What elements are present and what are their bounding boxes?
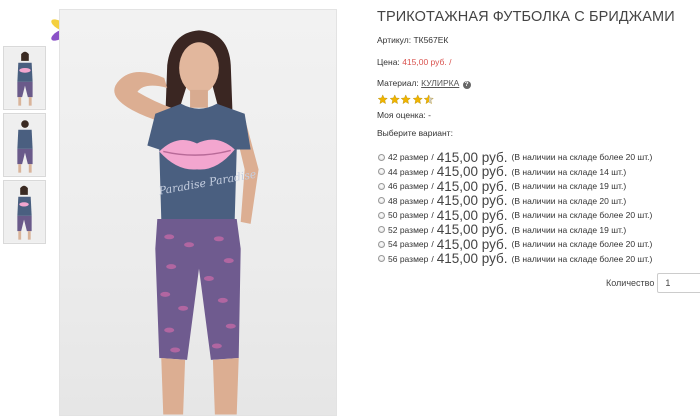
- variant-separator: /: [431, 152, 434, 163]
- my-rating-label: Моя оценка:: [377, 110, 426, 120]
- variant-separator: /: [431, 181, 434, 192]
- variant-radio[interactable]: [378, 197, 385, 205]
- variant-option[interactable]: 46 размер/415,00 руб. (В наличии на склад…: [377, 179, 652, 194]
- variant-separator: /: [431, 210, 434, 221]
- variant-separator: /: [431, 253, 434, 264]
- quantity-label: Количество: [606, 278, 655, 288]
- thumbnail-back[interactable]: [3, 113, 46, 177]
- variant-option[interactable]: 44 размер/415,00 руб. (В наличии на склад…: [377, 164, 652, 180]
- variant-price: 415,00 руб.: [436, 236, 508, 252]
- variant-size: 42 размер: [388, 152, 429, 163]
- variant-option[interactable]: 52 размер/415,00 руб. (В наличии на склад…: [377, 222, 652, 238]
- variant-price: 415,00 руб.: [436, 149, 508, 165]
- price-value: 415,00 руб.: [402, 57, 447, 67]
- variant-separator: /: [431, 195, 434, 206]
- variant-stock: (В наличии на складе более 20 шт.): [511, 239, 653, 250]
- star-icon[interactable]: [423, 94, 435, 105]
- variant-option[interactable]: 56 размер/415,00 руб. (В наличии на склад…: [377, 251, 653, 267]
- my-rating-value: -: [428, 110, 432, 120]
- thumbnail-list: [3, 46, 46, 247]
- variant-option[interactable]: 42 размер/415,00 руб. (В наличии на склад…: [377, 150, 652, 165]
- star-icon[interactable]: [377, 94, 389, 105]
- variant-size: 48 размер: [388, 195, 429, 206]
- rating-stars[interactable]: [377, 94, 435, 105]
- variant-size: 52 размер: [388, 224, 429, 235]
- price-row: Цена: 415,00 руб. /: [377, 57, 452, 67]
- article-value: ТК567ЕК: [413, 35, 449, 45]
- thumbnail-front[interactable]: [3, 46, 46, 110]
- product-info: ТРИКОТАЖНАЯ ФУТБОЛКА С БРИДЖАМИ Артикул:…: [377, 9, 700, 266]
- variant-option[interactable]: 50 размер/415,00 руб. (В наличии на склад…: [377, 208, 652, 223]
- variant-stock: (В наличии на складе более 20 шт.): [511, 253, 653, 264]
- variant-stock: (В наличии на складе 19 шт.): [511, 224, 627, 235]
- price-suffix: /: [449, 57, 452, 67]
- variant-radio[interactable]: [378, 182, 385, 190]
- variant-list: 42 размер/415,00 руб. (В наличии на склад…: [377, 150, 652, 266]
- variant-stock: (В наличии на складе более 20 шт.): [511, 152, 653, 163]
- variant-separator: /: [431, 166, 434, 177]
- variant-size: 56 размер: [388, 253, 429, 264]
- variant-radio[interactable]: [378, 240, 385, 248]
- variant-separator: /: [431, 224, 434, 235]
- variant-size: 54 размер: [388, 239, 429, 250]
- choose-variant-label: Выберите вариант:: [377, 128, 453, 138]
- thumbnail-side[interactable]: [3, 180, 46, 244]
- quantity-control: Количество 1: [606, 273, 700, 293]
- variant-separator: /: [431, 239, 434, 250]
- variant-size: 50 размер: [388, 210, 429, 221]
- variant-price: 415,00 руб.: [436, 251, 508, 267]
- variant-size: 46 размер: [388, 181, 429, 192]
- price-label: Цена:: [377, 57, 400, 67]
- article-row: Артикул: ТК567ЕК: [377, 35, 448, 45]
- star-icon[interactable]: [400, 94, 412, 105]
- variant-radio[interactable]: [378, 226, 385, 234]
- help-icon[interactable]: ?: [462, 81, 471, 89]
- variant-price: 415,00 руб.: [436, 178, 508, 194]
- variant-stock: (В наличии на складе 14 шт.): [511, 166, 627, 177]
- variant-option[interactable]: 48 размер/415,00 руб. (В наличии на склад…: [377, 193, 652, 209]
- variant-price: 415,00 руб.: [436, 164, 508, 180]
- variant-radio[interactable]: [378, 168, 385, 176]
- material-row: Материал: КУЛИРКА ?: [377, 78, 471, 89]
- variant-radio[interactable]: [378, 255, 385, 263]
- star-icon[interactable]: [389, 94, 401, 105]
- variant-price: 415,00 руб.: [436, 222, 508, 238]
- variant-stock: (В наличии на складе более 20 шт.): [511, 210, 653, 221]
- quantity-input[interactable]: 1: [657, 273, 700, 293]
- my-rating-row: Моя оценка: -: [377, 110, 431, 120]
- variant-option[interactable]: 54 размер/415,00 руб. (В наличии на склад…: [377, 237, 652, 252]
- variant-price: 415,00 руб.: [436, 193, 508, 209]
- material-label: Материал:: [377, 78, 419, 88]
- material-link[interactable]: КУЛИРКА: [421, 78, 459, 88]
- variant-size: 44 размер: [388, 166, 429, 177]
- variant-radio[interactable]: [378, 211, 385, 219]
- product-title: ТРИКОТАЖНАЯ ФУТБОЛКА С БРИДЖАМИ: [377, 9, 675, 25]
- product-main-image[interactable]: Paradise Paradise: [59, 9, 337, 416]
- star-icon[interactable]: [412, 94, 424, 105]
- variant-radio[interactable]: [378, 153, 385, 161]
- variant-stock: (В наличии на складе 20 шт.): [511, 195, 627, 206]
- variant-stock: (В наличии на складе 19 шт.): [511, 181, 627, 192]
- article-label: Артикул:: [377, 35, 412, 45]
- variant-price: 415,00 руб.: [436, 207, 508, 223]
